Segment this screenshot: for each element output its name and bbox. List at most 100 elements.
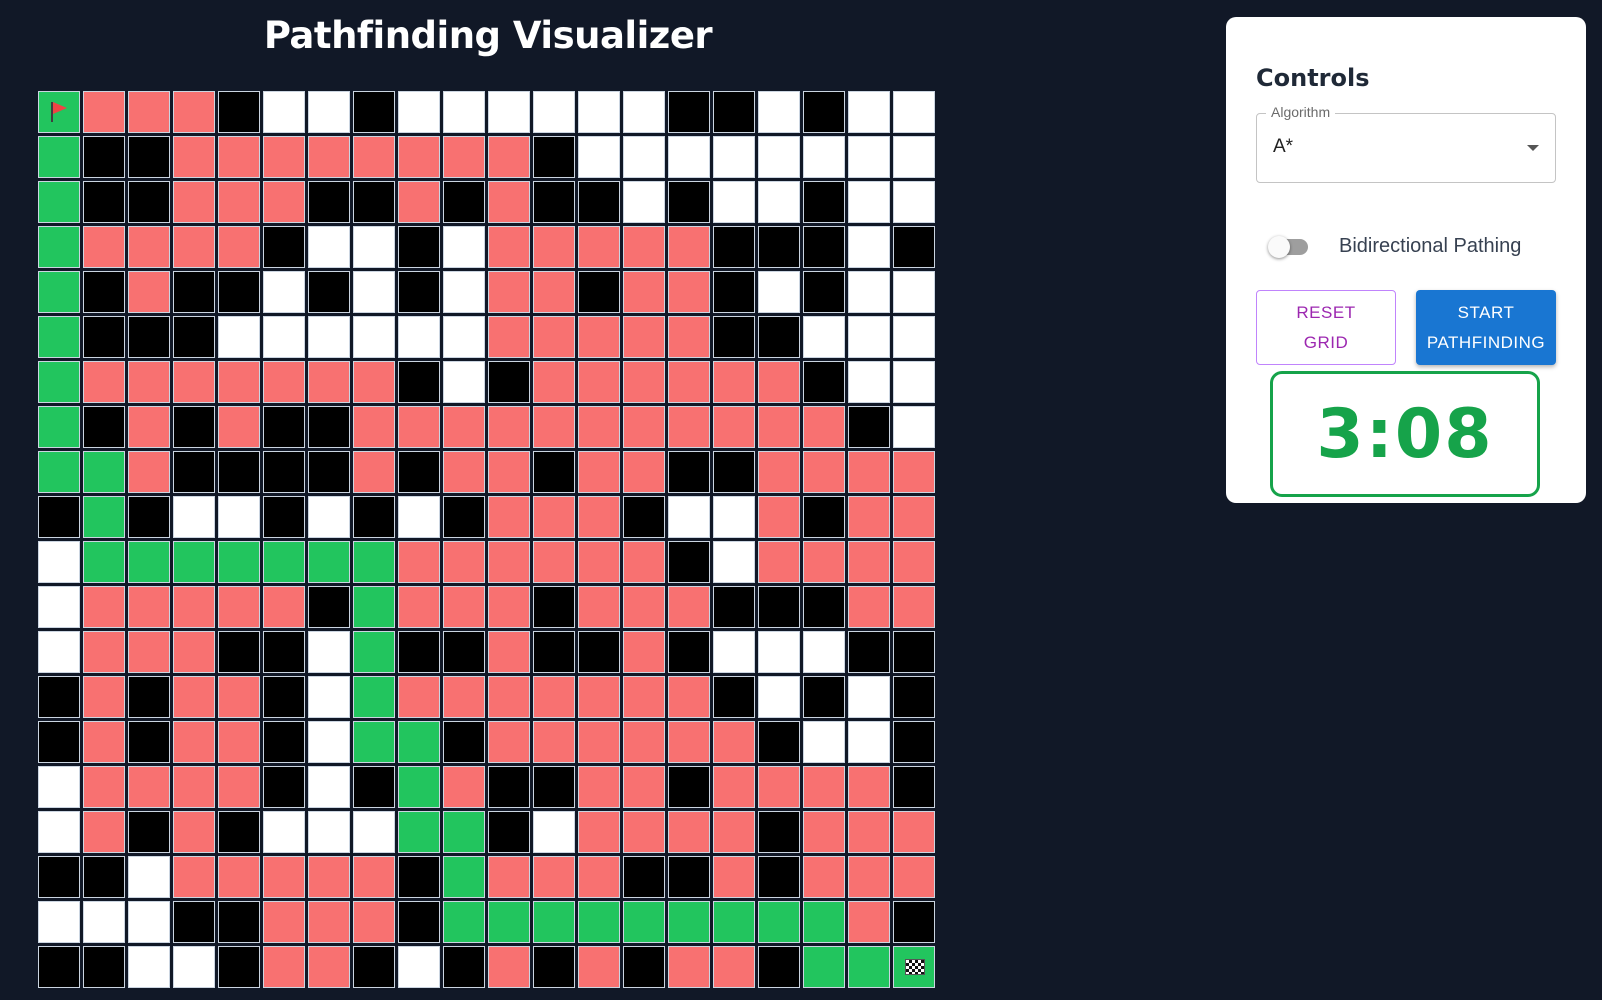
grid-cell-visited[interactable] — [263, 361, 305, 403]
grid-cell-wall[interactable] — [83, 406, 125, 448]
grid-cell-visited[interactable] — [128, 766, 170, 808]
grid-cell-empty[interactable] — [668, 136, 710, 178]
grid-cell-empty[interactable] — [713, 136, 755, 178]
grid-cell-empty[interactable] — [578, 136, 620, 178]
grid-cell-empty[interactable] — [488, 91, 530, 133]
grid-cell-visited[interactable] — [263, 856, 305, 898]
grid-cell-path[interactable] — [128, 541, 170, 583]
grid-cell-visited[interactable] — [848, 451, 890, 493]
grid-cell-visited[interactable] — [488, 496, 530, 538]
grid-cell-wall[interactable] — [803, 91, 845, 133]
grid-cell-empty[interactable] — [713, 631, 755, 673]
grid-cell-wall[interactable] — [83, 856, 125, 898]
grid-cell-empty[interactable] — [353, 316, 395, 358]
grid-cell-wall[interactable] — [533, 136, 575, 178]
grid-cell-wall[interactable] — [353, 91, 395, 133]
grid-cell-visited[interactable] — [128, 271, 170, 313]
grid-cell-visited[interactable] — [488, 856, 530, 898]
grid-cell-wall[interactable] — [893, 676, 935, 718]
grid-cell-wall[interactable] — [218, 91, 260, 133]
grid-cell-visited[interactable] — [128, 451, 170, 493]
grid-cell-wall[interactable] — [443, 496, 485, 538]
grid-cell-visited[interactable] — [623, 226, 665, 268]
grid-cell-wall[interactable] — [128, 181, 170, 223]
grid-cell-wall[interactable] — [398, 361, 440, 403]
grid-cell-wall[interactable] — [713, 451, 755, 493]
grid-cell-visited[interactable] — [173, 856, 215, 898]
grid-cell-visited[interactable] — [578, 541, 620, 583]
grid-cell-empty[interactable] — [848, 316, 890, 358]
grid-cell-visited[interactable] — [533, 361, 575, 403]
grid-cell-visited[interactable] — [308, 946, 350, 988]
grid-cell-wall[interactable] — [38, 946, 80, 988]
grid-cell-wall[interactable] — [263, 406, 305, 448]
grid-cell-wall[interactable] — [758, 721, 800, 763]
grid-cell-wall[interactable] — [713, 676, 755, 718]
grid-cell-visited[interactable] — [533, 856, 575, 898]
grid-cell-visited[interactable] — [173, 586, 215, 628]
grid-cell-visited[interactable] — [533, 271, 575, 313]
grid-cell-wall[interactable] — [128, 496, 170, 538]
grid-cell-empty[interactable] — [398, 946, 440, 988]
grid-cell-wall[interactable] — [218, 271, 260, 313]
grid-cell-wall[interactable] — [173, 271, 215, 313]
grid-cell-wall[interactable] — [83, 271, 125, 313]
grid-cell-visited[interactable] — [83, 631, 125, 673]
grid-cell-visited[interactable] — [578, 946, 620, 988]
grid-cell-visited[interactable] — [173, 811, 215, 853]
grid-cell-wall[interactable] — [893, 631, 935, 673]
grid-cell-path[interactable] — [38, 361, 80, 403]
grid-cell-empty[interactable] — [443, 316, 485, 358]
grid-cell-visited[interactable] — [488, 406, 530, 448]
grid-cell-empty[interactable] — [398, 496, 440, 538]
grid-cell-visited[interactable] — [578, 406, 620, 448]
grid-cell-visited[interactable] — [488, 136, 530, 178]
grid-cell-wall[interactable] — [533, 946, 575, 988]
grid-cell-wall[interactable] — [893, 226, 935, 268]
grid-cell-path[interactable] — [38, 406, 80, 448]
grid-cell-visited[interactable] — [578, 451, 620, 493]
grid-cell-wall[interactable] — [308, 271, 350, 313]
grid-cell-empty[interactable] — [848, 271, 890, 313]
start-pathfinding-button[interactable]: START PATHFINDING — [1416, 290, 1556, 365]
grid-cell-visited[interactable] — [578, 811, 620, 853]
grid-cell-empty[interactable] — [893, 136, 935, 178]
grid-cell-wall[interactable] — [83, 946, 125, 988]
grid-cell-visited[interactable] — [398, 406, 440, 448]
grid-cell-visited[interactable] — [263, 946, 305, 988]
grid-cell-wall[interactable] — [353, 766, 395, 808]
grid-cell-empty[interactable] — [533, 91, 575, 133]
grid-cell-visited[interactable] — [623, 811, 665, 853]
grid-cell-empty[interactable] — [758, 91, 800, 133]
grid-cell-path[interactable] — [38, 316, 80, 358]
grid-cell-wall[interactable] — [38, 856, 80, 898]
grid-cell-wall[interactable] — [263, 631, 305, 673]
grid-cell-wall[interactable] — [443, 181, 485, 223]
grid-cell-wall[interactable] — [218, 631, 260, 673]
grid-cell-visited[interactable] — [128, 586, 170, 628]
grid-cell-wall[interactable] — [353, 181, 395, 223]
grid-cell-wall[interactable] — [668, 631, 710, 673]
grid-cell-empty[interactable] — [803, 136, 845, 178]
grid-cell-visited[interactable] — [623, 451, 665, 493]
grid-cell-empty[interactable] — [758, 136, 800, 178]
grid-cell-empty[interactable] — [713, 541, 755, 583]
grid-cell-empty[interactable] — [308, 496, 350, 538]
grid-cell-visited[interactable] — [893, 811, 935, 853]
grid-cell-path[interactable] — [83, 541, 125, 583]
grid-cell-visited[interactable] — [758, 451, 800, 493]
grid-cell-wall[interactable] — [128, 316, 170, 358]
grid-cell-visited[interactable] — [488, 451, 530, 493]
grid-cell-empty[interactable] — [623, 91, 665, 133]
grid-cell-wall[interactable] — [398, 226, 440, 268]
grid-cell-visited[interactable] — [308, 136, 350, 178]
grid-cell-visited[interactable] — [173, 181, 215, 223]
grid-cell-visited[interactable] — [893, 586, 935, 628]
grid-cell-path[interactable] — [668, 901, 710, 943]
grid-cell-empty[interactable] — [893, 271, 935, 313]
grid-cell-visited[interactable] — [668, 676, 710, 718]
grid-cell-visited[interactable] — [893, 541, 935, 583]
grid-cell-empty[interactable] — [38, 586, 80, 628]
grid-cell-visited[interactable] — [758, 361, 800, 403]
grid-cell-empty[interactable] — [668, 496, 710, 538]
